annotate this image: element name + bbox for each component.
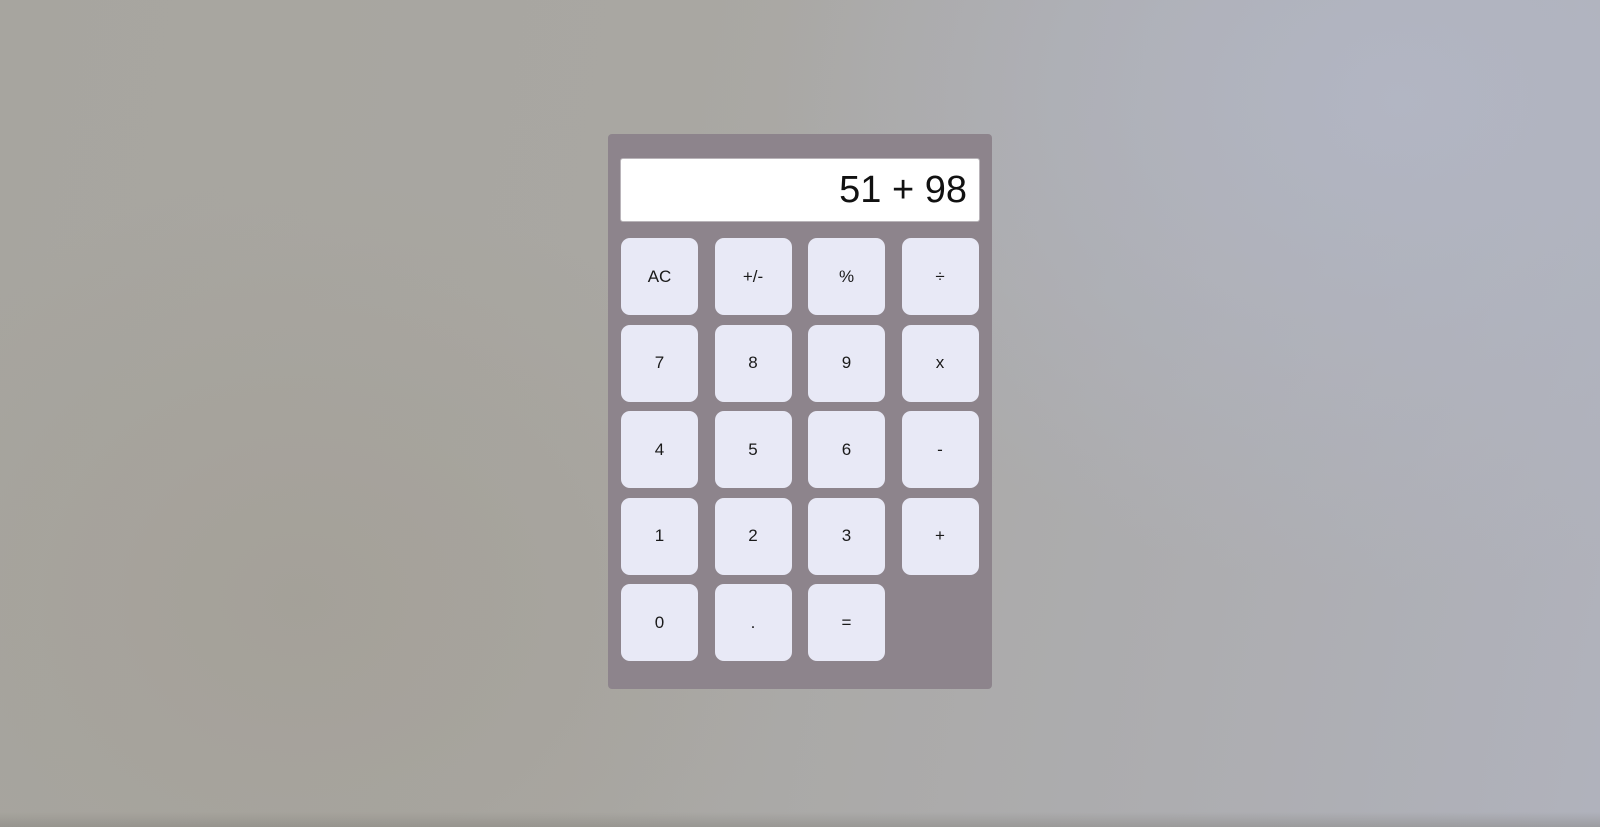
- bottom-shadow: [0, 812, 1600, 827]
- minus-button[interactable]: -: [901, 411, 979, 488]
- keypad: AC +/- % ÷ 7 8 9 x 4 5 6 - 1 2 3 + 0 . =: [621, 238, 981, 661]
- digit-3-button[interactable]: 3: [808, 497, 885, 575]
- percent-button[interactable]: %: [808, 238, 885, 315]
- digit-7-button[interactable]: 7: [621, 324, 698, 402]
- digit-2-button[interactable]: 2: [714, 497, 792, 575]
- digit-5-button[interactable]: 5: [714, 411, 792, 488]
- digit-4-button[interactable]: 4: [621, 411, 698, 488]
- clear-button[interactable]: AC: [621, 238, 698, 315]
- digit-1-button[interactable]: 1: [621, 497, 698, 575]
- plus-button[interactable]: +: [901, 497, 979, 575]
- multiply-button[interactable]: x: [901, 324, 979, 402]
- calculator: 51 + 98 AC +/- % ÷ 7 8 9 x 4 5 6 - 1 2 3…: [608, 134, 992, 689]
- divide-button[interactable]: ÷: [901, 238, 979, 315]
- digit-9-button[interactable]: 9: [808, 324, 885, 402]
- equals-button[interactable]: =: [808, 584, 885, 661]
- digit-6-button[interactable]: 6: [808, 411, 885, 488]
- sign-toggle-button[interactable]: +/-: [714, 238, 792, 315]
- calculator-display: 51 + 98: [620, 158, 980, 222]
- digit-8-button[interactable]: 8: [714, 324, 792, 402]
- digit-0-button[interactable]: 0: [621, 584, 698, 661]
- decimal-button[interactable]: .: [714, 584, 792, 661]
